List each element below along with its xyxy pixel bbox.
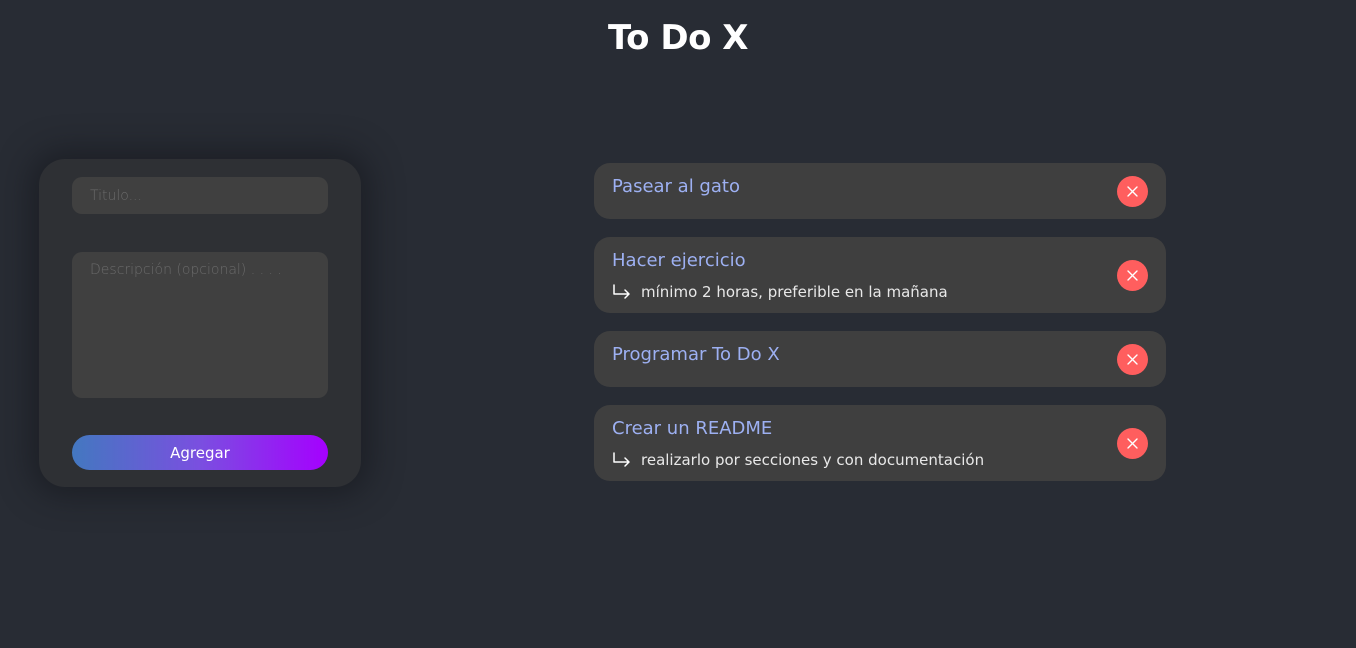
close-icon — [1127, 354, 1138, 365]
close-icon — [1127, 438, 1138, 449]
task-list: Pasear al gato Hacer ejercicio mínimo 2 … — [594, 163, 1166, 499]
app-title: To Do X — [607, 18, 749, 58]
delete-task-button[interactable] — [1117, 344, 1148, 375]
delete-task-button[interactable] — [1117, 260, 1148, 291]
task-card: Programar To Do X — [594, 331, 1166, 387]
task-description: mínimo 2 horas, preferible en la mañana — [641, 283, 948, 301]
arrow-return-right-icon — [613, 452, 630, 467]
task-card: Crear un README realizarlo por secciones… — [594, 405, 1166, 481]
delete-task-button[interactable] — [1117, 176, 1148, 207]
add-task-button[interactable]: Agregar — [72, 435, 328, 470]
task-title: Programar To Do X — [612, 344, 780, 365]
task-title: Hacer ejercicio — [612, 250, 746, 271]
close-icon — [1127, 186, 1138, 197]
arrow-return-right-icon — [613, 284, 630, 299]
task-card: Hacer ejercicio mínimo 2 horas, preferib… — [594, 237, 1166, 313]
close-icon — [1127, 270, 1138, 281]
task-description: realizarlo por secciones y con documenta… — [641, 451, 985, 469]
new-task-form: Agregar — [39, 159, 361, 487]
task-description-row: realizarlo por secciones y con documenta… — [612, 450, 1096, 470]
task-description-row: mínimo 2 horas, preferible en la mañana — [612, 282, 1096, 302]
task-card: Pasear al gato — [594, 163, 1166, 219]
description-input[interactable] — [72, 252, 328, 398]
title-input[interactable] — [72, 177, 328, 214]
task-title: Pasear al gato — [612, 176, 740, 197]
delete-task-button[interactable] — [1117, 428, 1148, 459]
task-title: Crear un README — [612, 418, 773, 439]
